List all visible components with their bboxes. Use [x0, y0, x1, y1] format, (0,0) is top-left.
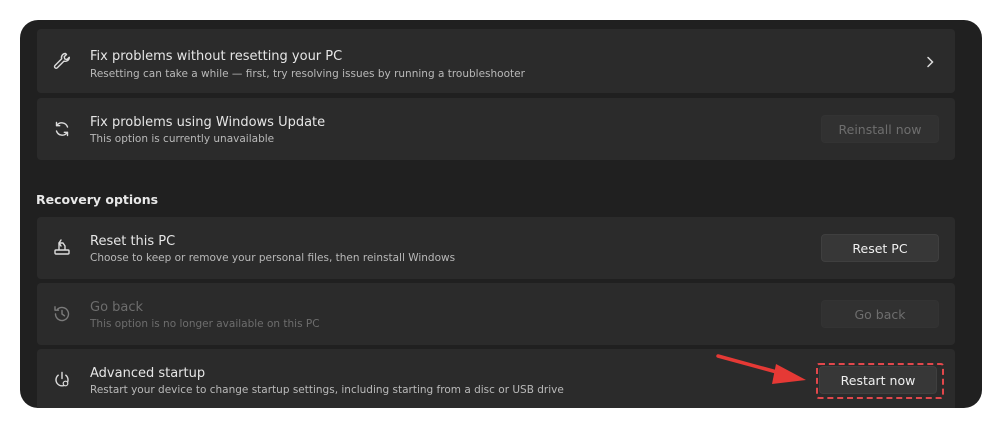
history-icon	[52, 304, 72, 324]
refresh-icon	[52, 119, 72, 139]
reset-pc-card: Reset this PC Choose to keep or remove y…	[37, 217, 955, 279]
reinstall-now-button[interactable]: Reinstall now	[821, 115, 939, 143]
fix-windows-update-subtitle: This option is currently unavailable	[90, 133, 275, 145]
fix-without-reset-card[interactable]: Fix problems without resetting your PC R…	[37, 29, 955, 93]
go-back-button[interactable]: Go back	[821, 300, 939, 328]
reset-pc-icon	[52, 238, 72, 258]
advanced-startup-title: Advanced startup	[90, 366, 206, 381]
recovery-settings-panel: Fix problems without resetting your PC R…	[20, 20, 982, 408]
recovery-options-heading: Recovery options	[36, 192, 159, 207]
reset-pc-title: Reset this PC	[90, 234, 176, 249]
wrench-icon	[52, 51, 72, 71]
go-back-title: Go back	[90, 300, 144, 315]
fix-without-reset-title: Fix problems without resetting your PC	[90, 49, 343, 64]
fix-without-reset-subtitle: Resetting can take a while — first, try …	[90, 68, 525, 80]
go-back-card: Go back This option is no longer availab…	[37, 283, 955, 345]
fix-windows-update-card: Fix problems using Windows Update This o…	[37, 98, 955, 160]
advanced-startup-subtitle: Restart your device to change startup se…	[90, 384, 564, 396]
chevron-right-icon[interactable]	[923, 54, 937, 68]
reset-pc-subtitle: Choose to keep or remove your personal f…	[90, 252, 456, 264]
go-back-subtitle: This option is no longer available on th…	[90, 318, 320, 330]
power-settings-icon	[52, 370, 72, 390]
restart-now-highlight	[816, 363, 944, 399]
reset-pc-button[interactable]: Reset PC	[821, 234, 939, 262]
fix-windows-update-title: Fix problems using Windows Update	[90, 115, 326, 130]
red-arrow-icon	[716, 354, 806, 384]
